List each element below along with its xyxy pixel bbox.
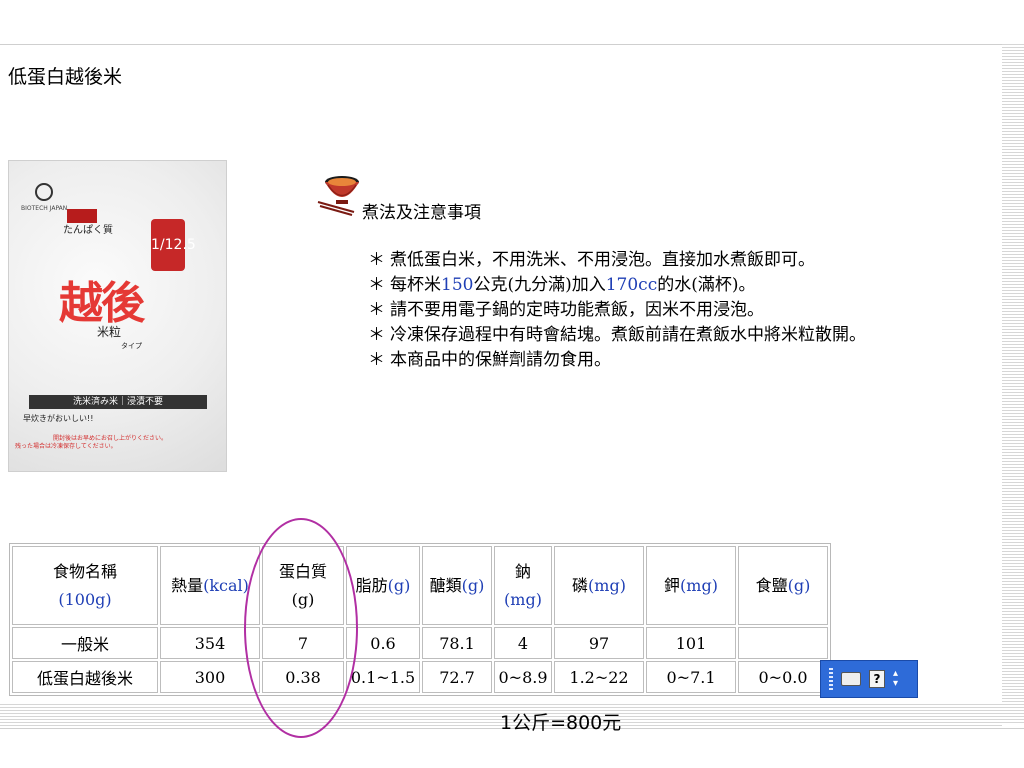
instruction-number: 170cc [605, 275, 658, 295]
table-cell: 72.7 [422, 661, 492, 693]
header-unit: (mg) [680, 575, 718, 595]
help-icon[interactable]: ? [869, 670, 885, 688]
language-toolbar[interactable]: ? ▴ ▾ [820, 660, 918, 698]
table-cell: 300 [160, 661, 260, 693]
header-label: 醣類 [429, 575, 462, 595]
slide-title: 低蛋白越後米 [8, 66, 123, 88]
asterisk-bullet: ＊ [368, 325, 385, 345]
table-cell: 4 [494, 627, 552, 659]
header-label: 鈉 [514, 561, 531, 581]
header-label: 食鹽 [755, 575, 788, 595]
asterisk-bullet: ＊ [368, 275, 385, 295]
header-unit: (g) [787, 575, 811, 595]
package-note: 残った場合は冷凍保存してください。 [15, 443, 117, 450]
table-cell: 0~7.1 [646, 661, 736, 693]
table-row: 一般米 354 7 0.6 78.1 4 97 101 [12, 627, 828, 659]
header-label: 熱量 [171, 575, 204, 595]
header-label: 脂肪 [355, 575, 388, 595]
package-grain-label: 米粒 [97, 325, 122, 339]
keyboard-icon[interactable] [841, 672, 861, 686]
toolbar-grip-handle[interactable] [829, 668, 833, 690]
rice-bowl-icon [317, 176, 359, 216]
package-name: 越後 [59, 278, 145, 329]
package-info-bar: 洗米済み米｜浸漬不要 [29, 395, 207, 409]
price-line: 1公斤=800元 [500, 712, 622, 734]
header-unit: (kcal) [203, 575, 249, 595]
table-cell: 一般米 [12, 627, 158, 659]
table-cell: 78.1 [422, 627, 492, 659]
instruction-item: ＊請不要用電子鍋的定時功能煮飯，因米不用浸泡。 [368, 298, 866, 323]
instruction-list: ＊煮低蛋白米，不用洗米、不用浸泡。直接加水煮飯即可。 ＊每杯米150公克(九分滿… [368, 248, 866, 373]
package-brand: BIOTECH JAPAN [21, 205, 68, 212]
asterisk-bullet: ＊ [368, 350, 385, 370]
header-unit: (mg) [588, 575, 626, 595]
header-cell: 醣類(g) [422, 546, 492, 625]
asterisk-bullet: ＊ [368, 250, 385, 270]
header-cell: 食鹽(g) [738, 546, 828, 625]
table-cell: 0.1~1.5 [346, 661, 420, 693]
package-protein-label: たんぱく質 [63, 225, 113, 236]
table-cell: 0~0.0 [738, 661, 828, 693]
header-cell: 食物名稱 (100g) [12, 546, 158, 625]
instruction-text: 的水(滿杯)。 [657, 275, 756, 295]
table-cell: 低蛋白越後米 [12, 661, 158, 693]
header-unit: (g) [387, 575, 411, 595]
instruction-text: 每杯米 [390, 275, 441, 295]
product-package-image: BIOTECH JAPAN たんぱく質 1/12.5 越後 米粒 タイプ 洗米済… [8, 160, 227, 472]
instruction-text: 請不要用電子鍋的定時功能煮飯，因米不用浸泡。 [390, 300, 764, 320]
package-ratio-badge: 1/12.5 [151, 219, 196, 271]
header-label: 鉀 [664, 575, 681, 595]
table-header-row: 食物名稱 (100g) 熱量(kcal) 蛋白質 (g) 脂肪(g) 醣類(g) 鈉… [12, 546, 828, 625]
asterisk-bullet: ＊ [368, 300, 385, 320]
instruction-item: ＊本商品中的保鮮劑請勿食用。 [368, 348, 866, 373]
header-unit: (g) [461, 575, 485, 595]
instruction-text: 公克(九分滿)加入 [473, 275, 606, 295]
table-cell [738, 627, 828, 659]
package-type-label: タイプ [121, 342, 142, 350]
table-cell: 1.2~22 [554, 661, 644, 693]
instruction-item: ＊煮低蛋白米，不用洗米、不用浸泡。直接加水煮飯即可。 [368, 248, 866, 273]
instruction-text: 冷凍保存過程中有時會結塊。煮飯前請在煮飯水中將米粒散開。 [390, 325, 866, 345]
nutrition-table: 食物名稱 (100g) 熱量(kcal) 蛋白質 (g) 脂肪(g) 醣類(g) 鈉… [9, 543, 831, 696]
table-cell: 97 [554, 627, 644, 659]
header-cell: 鈉 (mg) [494, 546, 552, 625]
toolbar-options-icon[interactable]: ▴ ▾ [893, 669, 901, 689]
header-label: 食物名稱 [52, 561, 117, 581]
top-rule [0, 44, 1024, 45]
instruction-item: ＊冷凍保存過程中有時會結塊。煮飯前請在煮飯水中將米粒散開。 [368, 323, 866, 348]
section-heading: 煮法及注意事項 [362, 203, 481, 223]
header-unit: (mg) [504, 589, 542, 609]
instruction-text: 煮低蛋白米，不用洗米、不用浸泡。直接加水煮飯即可。 [390, 250, 815, 270]
right-stripe-border [1002, 44, 1024, 724]
table-cell: 101 [646, 627, 736, 659]
brand-logo-icon [35, 183, 53, 201]
table-cell: 0~8.9 [494, 661, 552, 693]
header-label: 磷 [572, 575, 589, 595]
instruction-item: ＊每杯米150公克(九分滿)加入170cc的水(滿杯)。 [368, 273, 866, 298]
header-unit: (100g) [58, 589, 112, 609]
table-row: 低蛋白越後米 300 0.38 0.1~1.5 72.7 0~8.9 1.2~2… [12, 661, 828, 693]
instruction-text: 本商品中的保鮮劑請勿食用。 [390, 350, 611, 370]
header-cell: 鉀(mg) [646, 546, 736, 625]
package-tagline: 早炊きがおいしい!! [23, 414, 94, 423]
header-cell: 磷(mg) [554, 546, 644, 625]
protein-highlight-circle [244, 518, 358, 738]
instruction-number: 150 [441, 275, 474, 295]
